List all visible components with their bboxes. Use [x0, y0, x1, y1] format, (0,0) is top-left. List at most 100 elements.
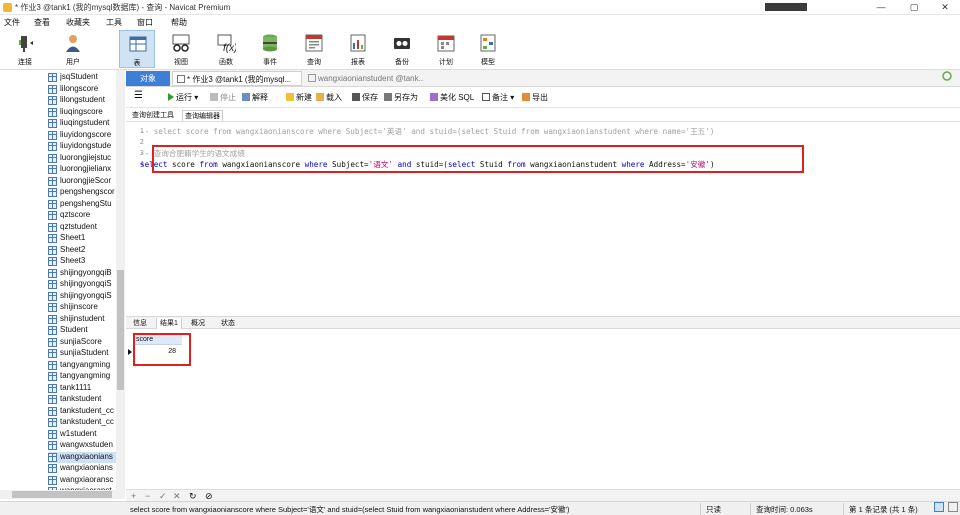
user-button[interactable]: 用户 — [55, 30, 91, 68]
window-title: * 作业3 @tank1 (我的mysql数据库) - 查询 - Navicat… — [15, 3, 231, 12]
event-button[interactable]: 事件 — [252, 30, 288, 68]
tree-item-table[interactable]: liuqingscore — [48, 107, 116, 118]
function-button[interactable]: f(x) 函数 — [208, 30, 244, 68]
run-button[interactable]: 运行 ▾ — [168, 92, 198, 103]
tree-item-table[interactable]: qztstudent — [48, 222, 116, 233]
table-icon — [48, 142, 57, 151]
tree-item-table[interactable]: luorongjieScor — [48, 176, 116, 187]
backup-button[interactable]: 备份 — [384, 30, 420, 68]
tree-item-table[interactable]: tank1111 — [48, 383, 116, 394]
stop-button[interactable]: 停止 — [210, 92, 236, 103]
tab-query-builder[interactable]: 查询创建工具 — [130, 110, 176, 121]
tree-item-table[interactable]: tangyangming — [48, 360, 116, 371]
new-button[interactable]: 新建 — [286, 92, 312, 103]
tree-item-table[interactable]: jsqStudent — [48, 72, 116, 83]
table-icon — [48, 464, 57, 473]
tree-item-table[interactable]: liuqingstudent — [48, 118, 116, 129]
result-grid — [126, 330, 960, 488]
tree-item-table[interactable]: wangxiaonians — [48, 463, 116, 474]
table-icon — [48, 165, 57, 174]
tab-info[interactable]: 信息 — [130, 318, 150, 329]
table-icon — [48, 84, 57, 94]
tab-query-editor[interactable]: 查询编辑器 — [182, 110, 223, 121]
tree-vertical-scrollbar[interactable] — [116, 70, 125, 490]
export-button[interactable]: 导出 — [522, 92, 548, 103]
table-icon — [48, 441, 57, 450]
tab-result1[interactable]: 结果1 — [156, 318, 182, 329]
load-button[interactable]: 载入 — [316, 92, 342, 103]
tree-item-table[interactable]: luorongjielianx — [48, 164, 116, 175]
model-label: 模型 — [481, 59, 495, 66]
save-button[interactable]: 保存 — [352, 92, 378, 103]
tree-item-table[interactable]: Sheet3 — [48, 256, 116, 267]
tab-object[interactable]: 对象 — [126, 71, 170, 86]
tree-item-table[interactable]: tankstudent_cc — [48, 417, 116, 428]
beautify-button[interactable]: 美化 SQL — [430, 92, 474, 103]
connection-button[interactable]: 连接 — [7, 30, 43, 68]
menu-tools[interactable]: 工具 — [106, 17, 122, 28]
tree-item-label: shijingyongqiS — [60, 290, 112, 300]
scrollbar-thumb[interactable] — [117, 270, 124, 390]
tree-item-table[interactable]: shijingyongqiS — [48, 279, 116, 290]
tab-profile[interactable]: 概况 — [188, 318, 208, 329]
tree-item-table[interactable]: liuyidongstude — [48, 141, 116, 152]
tree-item-table[interactable]: Sheet1 — [48, 233, 116, 244]
tree-item-table[interactable]: sunjiaScore — [48, 337, 116, 348]
tab-status[interactable]: 状态 — [218, 318, 238, 329]
menu-window[interactable]: 窗口 — [137, 17, 153, 28]
tree-horizontal-scrollbar[interactable] — [0, 490, 125, 499]
tree-item-table[interactable]: tankstudent — [48, 394, 116, 405]
menu-favorites[interactable]: 收藏夹 — [66, 17, 90, 28]
scrollbar-thumb[interactable] — [12, 491, 112, 498]
close-button[interactable]: ✕ — [930, 1, 960, 14]
query-button[interactable]: 查询 — [296, 30, 332, 68]
table-icon — [48, 395, 57, 404]
tree-item-table[interactable]: lilongscore — [48, 84, 116, 95]
tree-item-table[interactable]: shijinstudent — [48, 314, 116, 325]
tree-item-label: liuyidongstude — [60, 141, 112, 150]
tree-item-table[interactable]: qztscore — [48, 210, 116, 221]
explain-button[interactable]: 解释 — [242, 92, 268, 103]
event-label: 事件 — [263, 59, 277, 66]
minimize-button[interactable]: — — [866, 1, 896, 14]
tree-item-table[interactable]: luorongjiejstuc — [48, 153, 116, 164]
tree-item-label: qztscore — [60, 210, 91, 219]
tree-item-table[interactable]: Sheet2 — [48, 245, 116, 256]
tree-item-table[interactable]: w1student — [48, 429, 116, 440]
tree-item-table[interactable]: shijingyongqiS — [48, 291, 116, 302]
tree-item-table[interactable]: pengshengscor — [48, 187, 116, 198]
tree-item-table[interactable]: liuyidongscore — [48, 130, 116, 141]
tab-table[interactable]: wangxiaonianstudent @tank... — [304, 71, 424, 86]
tree-item-table[interactable]: tangyangming — [48, 371, 116, 382]
menu-view[interactable]: 查看 — [34, 17, 50, 28]
menu-help[interactable]: 帮助 — [171, 17, 187, 28]
menu-file[interactable]: 文件 — [4, 17, 20, 28]
maximize-button[interactable]: ▢ — [899, 1, 929, 14]
tree-item-table[interactable]: pengshengStu — [48, 199, 116, 210]
save-as-button[interactable]: 另存为 — [384, 92, 418, 103]
tree-item-table[interactable]: lilongstudent — [48, 95, 116, 106]
comment-button[interactable]: 备注 ▾ — [482, 92, 514, 103]
tree-item-table[interactable]: tankstudent_cc — [48, 406, 116, 417]
tab-query[interactable]: * 作业3 @tank1 (我的mysql... — [172, 71, 302, 86]
model-button[interactable]: 模型 — [470, 30, 506, 68]
tree-item-table[interactable]: wangxiaoransc — [48, 475, 116, 486]
table-button[interactable]: 表 — [119, 30, 155, 68]
tree-item-table[interactable]: wangxiaonians — [48, 451, 116, 463]
tab-extra-button[interactable] — [940, 71, 956, 86]
view-button[interactable]: 视图 — [163, 30, 199, 68]
menu-hamburger-icon[interactable]: ☰ — [134, 90, 143, 101]
tree-item-label: pengshengscor — [60, 187, 115, 196]
report-button[interactable]: 报表 — [340, 30, 376, 68]
grid-view-icon[interactable] — [934, 502, 944, 514]
tree-item-label: Sheet2 — [60, 244, 86, 254]
tree-item-table[interactable]: shijinscore — [48, 302, 116, 313]
tree-item-table[interactable]: sunjiaStudent — [48, 348, 116, 359]
schedule-button[interactable]: 计划 — [428, 30, 464, 68]
tree-item-table[interactable]: shijingyongqiB — [48, 268, 116, 279]
tree-item-table[interactable]: Student — [48, 325, 116, 336]
editor-mode-tabs: 查询创建工具 查询编辑器 — [126, 109, 960, 121]
tree-item-table[interactable]: wangwxstuden — [48, 440, 116, 451]
table-icon — [48, 211, 57, 220]
form-view-icon[interactable] — [948, 502, 958, 514]
